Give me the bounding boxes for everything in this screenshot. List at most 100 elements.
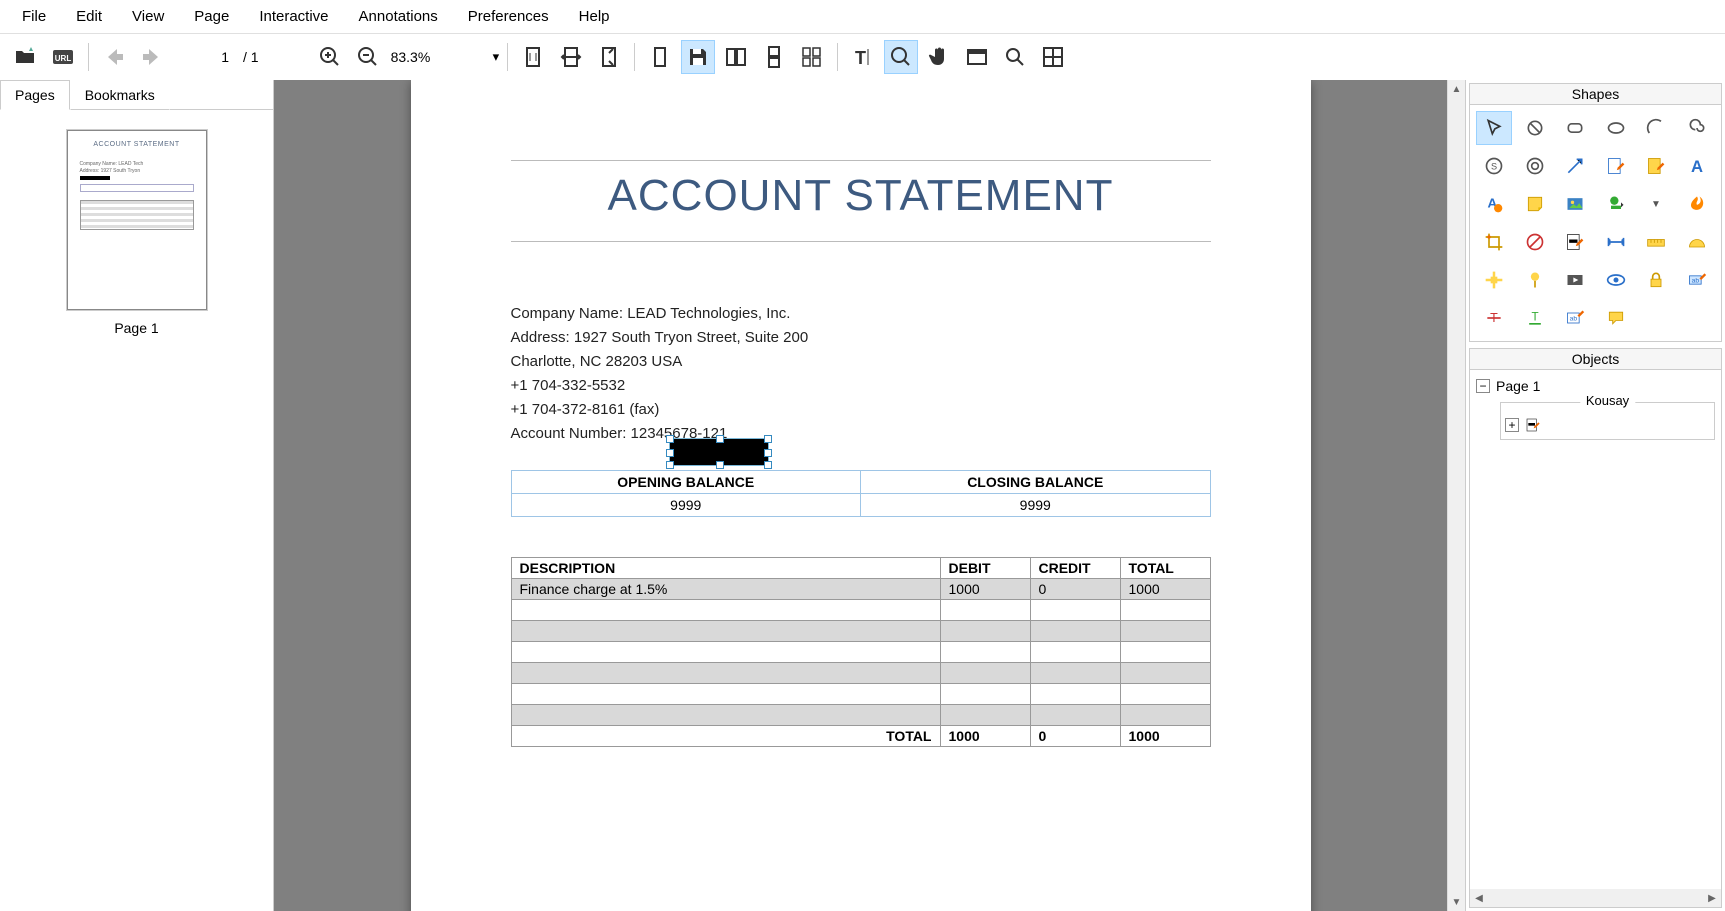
tree-expand-icon[interactable]: + [1505, 418, 1519, 432]
shape-highlight[interactable] [1638, 149, 1674, 183]
page-number-input[interactable] [173, 47, 233, 67]
shape-label[interactable]: ab [1679, 263, 1715, 297]
svg-text:A: A [1690, 157, 1702, 176]
txn-footer-debit: 1000 [940, 726, 1030, 747]
svg-text:T: T [855, 48, 866, 68]
shape-rounded-rect[interactable] [1557, 111, 1593, 145]
svg-text:ab: ab [1570, 316, 1578, 323]
marquee-zoom-button[interactable] [884, 40, 918, 74]
balance-header-opening: OPENING BALANCE [511, 471, 861, 494]
underline-icon: T [1525, 308, 1545, 328]
shape-note-edit[interactable] [1598, 149, 1634, 183]
vertical-scrollbar[interactable]: ▲ ▼ [1447, 80, 1465, 911]
fit-width-button[interactable] [554, 40, 588, 74]
grid-button[interactable] [1036, 40, 1070, 74]
zoom-in-button[interactable] [313, 40, 347, 74]
shape-sticky-note[interactable] [1517, 187, 1553, 221]
shape-protractor[interactable] [1679, 225, 1715, 259]
scroll-left-icon[interactable]: ◀ [1470, 893, 1488, 904]
redact-icon [1565, 232, 1585, 252]
balance-value-closing: 9999 [861, 494, 1211, 517]
shape-video[interactable] [1557, 263, 1593, 297]
menu-view[interactable]: View [118, 4, 178, 29]
shape-crosshair[interactable] [1476, 263, 1512, 297]
single-page-button[interactable] [643, 40, 677, 74]
document-scroll[interactable]: ACCOUNT STATEMENT Company Name: LEAD Tec… [274, 80, 1447, 911]
menu-preferences[interactable]: Preferences [454, 4, 563, 29]
prev-page-button[interactable] [97, 40, 131, 74]
menu-edit[interactable]: Edit [62, 4, 116, 29]
scroll-up-icon[interactable]: ▲ [1448, 80, 1465, 98]
shape-text-label[interactable]: ab [1557, 301, 1593, 335]
shape-pointer[interactable] [1476, 111, 1512, 145]
comment-icon [1606, 308, 1626, 328]
shape-s-curve[interactable]: S [1476, 149, 1512, 183]
redaction-annotation[interactable] [669, 438, 769, 466]
tree-page-label: Page 1 [1496, 378, 1540, 394]
note-edit-icon [1606, 156, 1626, 176]
folder-icon [13, 45, 37, 69]
shape-comment[interactable] [1598, 301, 1634, 335]
txn-row: Finance charge at 1.5% 1000 0 1000 [511, 579, 1210, 600]
scroll-down-icon[interactable]: ▼ [1448, 893, 1465, 911]
shape-stamp-dropdown[interactable]: ▼ [1638, 187, 1674, 221]
pan-button[interactable] [922, 40, 956, 74]
shape-dimension[interactable] [1598, 225, 1634, 259]
shape-no-entry[interactable] [1517, 225, 1553, 259]
continuous-facing-icon [800, 45, 824, 69]
tree-item-row[interactable]: + [1505, 415, 1710, 435]
shape-pushpin[interactable] [1517, 263, 1553, 297]
shape-lock[interactable] [1638, 263, 1674, 297]
zoom-combo[interactable] [389, 47, 489, 67]
text-select-button[interactable]: T [846, 40, 880, 74]
fit-height-button[interactable] [592, 40, 626, 74]
tree-collapse-icon[interactable]: − [1476, 379, 1490, 393]
shape-ruler[interactable] [1638, 225, 1674, 259]
next-page-button[interactable] [135, 40, 169, 74]
objects-hscroll[interactable]: ◀ ▶ [1470, 889, 1721, 907]
txn-footer-label: TOTAL [511, 726, 940, 747]
shape-target[interactable] [1517, 149, 1553, 183]
continuous-facing-button[interactable] [795, 40, 829, 74]
continuous-button[interactable] [757, 40, 791, 74]
scroll-right-icon[interactable]: ▶ [1703, 893, 1721, 904]
shape-ellipse[interactable] [1598, 111, 1634, 145]
txn-total: 1000 [1120, 579, 1210, 600]
menu-page[interactable]: Page [180, 4, 243, 29]
two-page-button[interactable] [719, 40, 753, 74]
shape-stamp[interactable] [1598, 187, 1634, 221]
fit-page-button[interactable] [516, 40, 550, 74]
shape-circle-slash[interactable] [1517, 111, 1553, 145]
menu-interactive[interactable]: Interactive [245, 4, 342, 29]
shape-redact[interactable] [1557, 225, 1593, 259]
zoom-out-button[interactable] [351, 40, 385, 74]
shape-text-color[interactable]: A [1476, 187, 1512, 221]
menu-file[interactable]: File [8, 4, 60, 29]
snapshot-button[interactable] [960, 40, 994, 74]
menu-help[interactable]: Help [565, 4, 624, 29]
txn-header-total: TOTAL [1120, 558, 1210, 579]
open-url-button[interactable]: URL [46, 40, 80, 74]
shape-crop[interactable] [1476, 225, 1512, 259]
shape-spiral[interactable] [1679, 111, 1715, 145]
info-account: Account Number: 12345678-121 [511, 422, 1211, 446]
zoom-dropdown-icon[interactable]: ▾ [493, 49, 500, 65]
redact-icon [1525, 417, 1541, 433]
shape-arrow[interactable] [1557, 149, 1593, 183]
open-file-button[interactable] [8, 40, 42, 74]
tab-pages[interactable]: Pages [0, 80, 70, 110]
save-button[interactable] [681, 40, 715, 74]
shape-image[interactable] [1557, 187, 1593, 221]
find-button[interactable] [998, 40, 1032, 74]
shape-flame[interactable] [1679, 187, 1715, 221]
shape-text[interactable]: A [1679, 149, 1715, 183]
shape-eye[interactable] [1598, 263, 1634, 297]
spiral-icon [1687, 118, 1707, 138]
tab-bookmarks[interactable]: Bookmarks [70, 80, 170, 110]
menu-annotations[interactable]: Annotations [345, 4, 452, 29]
shape-arc[interactable] [1638, 111, 1674, 145]
shape-strikethrough[interactable]: T [1476, 301, 1512, 335]
txn-row-empty [511, 600, 1210, 621]
page-thumbnail[interactable]: ACCOUNT STATEMENT Company Name: LEAD Tec… [67, 130, 207, 310]
shape-underline[interactable]: T [1517, 301, 1553, 335]
